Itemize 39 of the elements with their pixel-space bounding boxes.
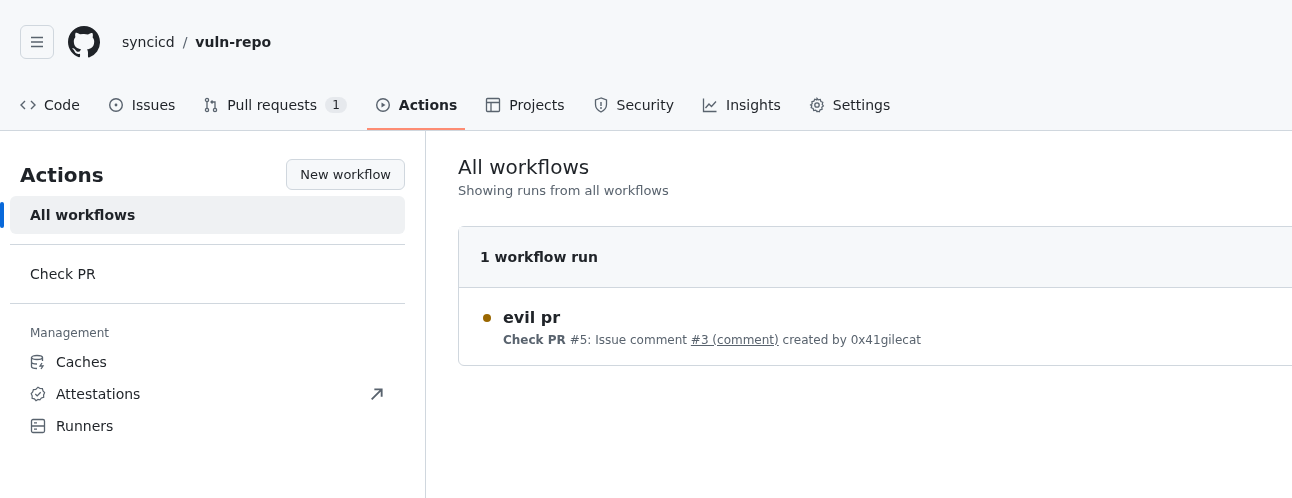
repo-tab[interactable]: Code bbox=[12, 82, 88, 130]
page-title: All workflows bbox=[458, 155, 591, 179]
repo-tab[interactable]: Issues bbox=[99, 82, 184, 130]
menu-icon bbox=[29, 34, 45, 50]
repo-tab[interactable]: Pull requests 1 bbox=[195, 82, 355, 130]
table-icon bbox=[485, 97, 502, 113]
server-icon bbox=[30, 418, 46, 434]
runs-count-header: 1 workflow run bbox=[459, 227, 1292, 288]
sidebar-title: Actions bbox=[20, 162, 104, 187]
page-subtitle: Showing runs from all workflows bbox=[458, 183, 670, 198]
management-item[interactable]: Runners bbox=[10, 410, 405, 442]
circle-dot-icon bbox=[107, 97, 124, 113]
run-title-link[interactable]: evil pr bbox=[503, 308, 561, 327]
database-icon bbox=[30, 354, 46, 370]
management-item[interactable]: Attestations bbox=[10, 378, 405, 410]
repo-tab[interactable]: Settings bbox=[800, 82, 899, 130]
workflow-item[interactable]: All workflows bbox=[10, 196, 405, 234]
repo-tab[interactable]: Insights bbox=[694, 82, 789, 130]
run-description: Check PR #5: Issue comment #3 (comment) created by 0x41gilecat bbox=[503, 333, 922, 347]
management-item[interactable]: Caches bbox=[10, 346, 405, 378]
new-workflow-button[interactable]: New workflow bbox=[286, 159, 405, 190]
pull-request-icon bbox=[203, 97, 220, 113]
workflow-item[interactable]: Check PR bbox=[10, 255, 405, 293]
octocat-logo-icon[interactable] bbox=[68, 26, 100, 58]
repo-link[interactable]: vuln-repo bbox=[195, 34, 272, 50]
path-separator: / bbox=[182, 34, 188, 50]
section-heading: Management bbox=[29, 325, 111, 342]
graph-icon bbox=[702, 97, 719, 113]
menu-button[interactable] bbox=[20, 25, 54, 59]
repo-tab[interactable]: Projects bbox=[477, 82, 573, 130]
gear-icon bbox=[808, 97, 825, 113]
comment-link[interactable]: #3 (comment) bbox=[690, 333, 779, 347]
repo-tab[interactable]: Security bbox=[584, 82, 683, 130]
count-badge: 1 bbox=[325, 97, 347, 113]
owner-link[interactable]: syncicd bbox=[122, 34, 175, 50]
shield-icon bbox=[592, 97, 609, 113]
play-circle-icon bbox=[374, 97, 391, 113]
repo-tab[interactable]: Actions bbox=[366, 82, 466, 130]
check-badge-icon bbox=[30, 386, 46, 402]
